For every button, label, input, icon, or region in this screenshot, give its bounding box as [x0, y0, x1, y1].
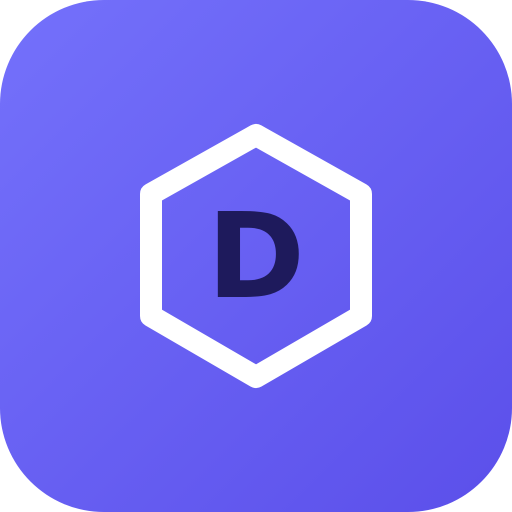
app-icon: D: [0, 0, 512, 512]
icon-letter: D: [207, 187, 305, 325]
app-icon-graphic: D: [140, 124, 372, 388]
